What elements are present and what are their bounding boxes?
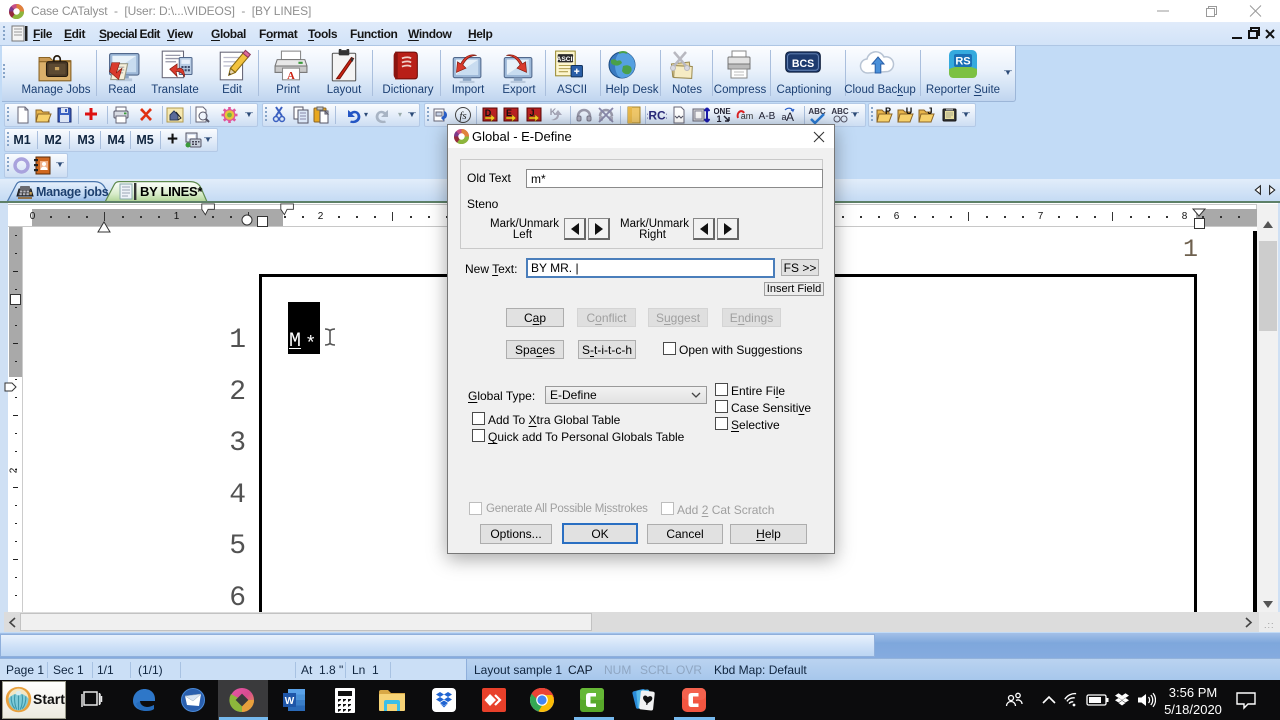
- svg-text:K: K: [550, 107, 557, 117]
- svg-text:1: 1: [716, 114, 721, 124]
- svg-text:D: D: [485, 108, 492, 118]
- svg-text:A: A: [287, 71, 295, 82]
- svg-text:‹RC›: ‹RC›: [647, 109, 667, 123]
- svg-text:fs: fs: [459, 110, 466, 122]
- svg-text:J: J: [529, 108, 534, 118]
- svg-text:W: W: [285, 696, 295, 707]
- svg-text:P: P: [885, 106, 891, 116]
- svg-text:ABC: ABC: [831, 107, 849, 116]
- svg-text:ASCII: ASCII: [557, 56, 575, 63]
- svg-text:J: J: [927, 106, 932, 116]
- svg-text:BCS: BCS: [792, 58, 814, 70]
- svg-text:A-B: A-B: [759, 111, 776, 122]
- svg-text:U: U: [906, 106, 913, 116]
- svg-text:RS: RS: [955, 56, 970, 68]
- svg-text:am: am: [741, 111, 754, 121]
- svg-text:E: E: [506, 108, 512, 118]
